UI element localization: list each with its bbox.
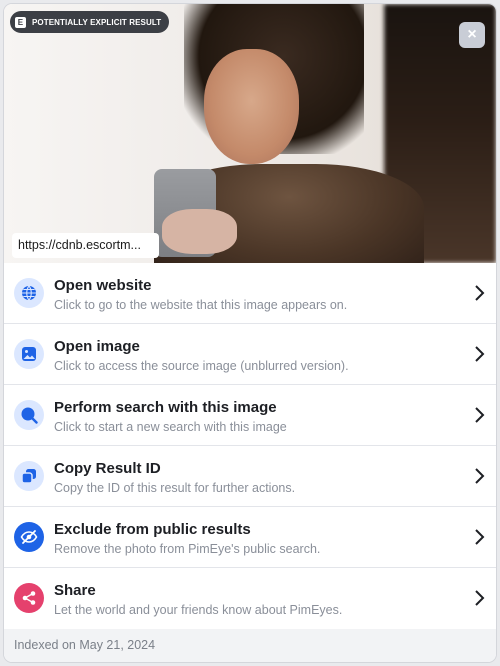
item-subtitle: Click to go to the website that this ima… [54,298,348,312]
item-title: Open image [54,338,140,355]
open-website-item[interactable]: Open website Click to go to the website … [4,263,496,324]
search-icon [14,400,44,430]
result-actions-menu: Open website Click to go to the website … [4,263,496,628]
item-subtitle: Copy the ID of this result for further a… [54,481,296,495]
close-icon: × [467,26,477,43]
chevron-right-icon [475,468,485,484]
result-image-preview[interactable]: E POTENTIALLY EXPLICIT RESULT × https://… [4,4,496,263]
item-subtitle: Click to access the source image (unblur… [54,359,349,373]
search-with-image-item[interactable]: Perform search with this image Click to … [4,385,496,446]
indexed-date: Indexed on May 21, 2024 [4,629,496,662]
copy-icon [14,461,44,491]
chevron-right-icon [475,346,485,362]
explicit-badge: E POTENTIALLY EXPLICIT RESULT [10,11,170,33]
image-icon [14,339,44,369]
source-url: https://cdnb.escortm... [12,233,159,258]
chevron-right-icon [475,407,485,423]
explicit-badge-icon: E [15,16,26,28]
copy-result-id-item[interactable]: Copy Result ID Copy the ID of this resul… [4,446,496,507]
result-card: E POTENTIALLY EXPLICIT RESULT × https://… [4,4,496,662]
explicit-badge-label: POTENTIALLY EXPLICIT RESULT [32,17,162,27]
item-title: Share [54,582,96,599]
globe-icon [14,278,44,308]
item-subtitle: Remove the photo from PimEye's public se… [54,542,321,556]
exclude-public-results-item[interactable]: Exclude from public results Remove the p… [4,507,496,568]
image-hand [162,209,237,254]
item-title: Perform search with this image [54,399,277,416]
share-item[interactable]: Share Let the world and your friends kno… [4,568,496,628]
eye-off-icon [14,522,44,552]
image-face [204,49,299,164]
item-title: Exclude from public results [54,521,251,538]
item-title: Open website [54,277,152,294]
open-image-item[interactable]: Open image Click to access the source im… [4,324,496,385]
chevron-right-icon [475,590,485,606]
item-subtitle: Click to start a new search with this im… [54,420,287,434]
close-button[interactable]: × [459,22,485,48]
item-subtitle: Let the world and your friends know abou… [54,603,343,617]
item-title: Copy Result ID [54,460,161,477]
share-icon [14,583,44,613]
chevron-right-icon [475,285,485,301]
chevron-right-icon [475,529,485,545]
